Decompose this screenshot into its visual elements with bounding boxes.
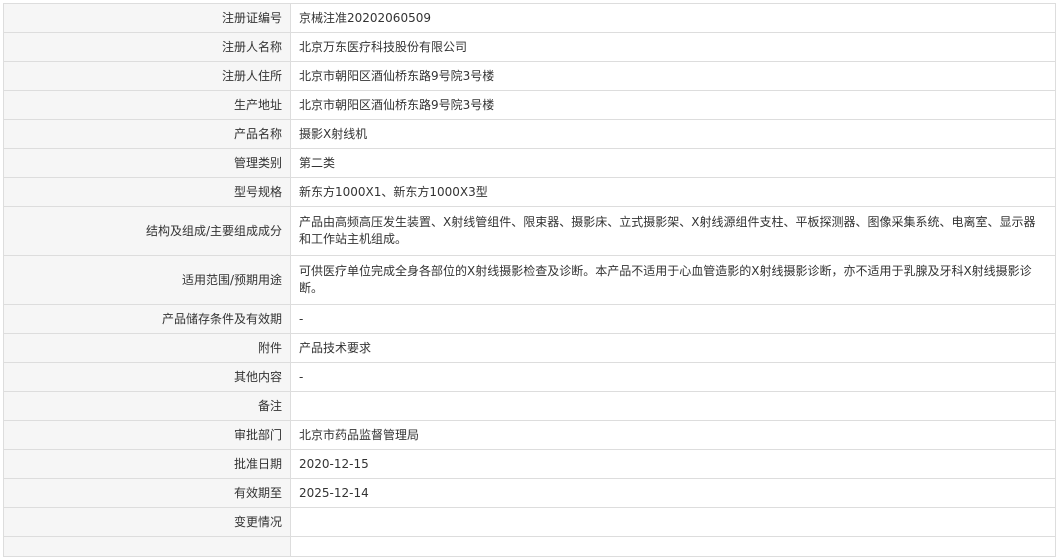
table-row: 产品储存条件及有效期 -: [3, 304, 1056, 334]
table-row: 审批部门 北京市药品监督管理局: [3, 420, 1056, 450]
field-label: 结构及组成/主要组成成分: [3, 206, 291, 256]
field-value: [290, 391, 1056, 421]
field-label: 注册人名称: [3, 32, 291, 62]
field-value: -: [290, 362, 1056, 392]
field-label: 型号规格: [3, 177, 291, 207]
field-label: [3, 536, 291, 557]
table-row: 变更情况: [3, 507, 1056, 537]
field-value: 北京市朝阳区酒仙桥东路9号院3号楼: [290, 90, 1056, 120]
field-value: 京械注准20202060509: [290, 3, 1056, 33]
field-value: 2020-12-15: [290, 449, 1056, 479]
field-value: 北京市朝阳区酒仙桥东路9号院3号楼: [290, 61, 1056, 91]
field-label: 有效期至: [3, 478, 291, 508]
field-label: 批准日期: [3, 449, 291, 479]
field-value: 摄影X射线机: [290, 119, 1056, 149]
field-label: 备注: [3, 391, 291, 421]
table-row: 型号规格 新东方1000X1、新东方1000X3型: [3, 177, 1056, 207]
table-row: 注册证编号 京械注准20202060509: [3, 3, 1056, 33]
field-value: 可供医疗单位完成全身各部位的X射线摄影检查及诊断。本产品不适用于心血管造影的X射…: [290, 255, 1056, 305]
table-row: 有效期至 2025-12-14: [3, 478, 1056, 508]
table-row: 结构及组成/主要组成成分 产品由高频高压发生装置、X射线管组件、限束器、摄影床、…: [3, 206, 1056, 256]
field-value: 北京万东医疗科技股份有限公司: [290, 32, 1056, 62]
table-row: 生产地址 北京市朝阳区酒仙桥东路9号院3号楼: [3, 90, 1056, 120]
table-row: 备注: [3, 391, 1056, 421]
field-label: 注册证编号: [3, 3, 291, 33]
field-value: 产品由高频高压发生装置、X射线管组件、限束器、摄影床、立式摄影架、X射线源组件支…: [290, 206, 1056, 256]
field-label: 产品储存条件及有效期: [3, 304, 291, 334]
table-row: 产品名称 摄影X射线机: [3, 119, 1056, 149]
field-value: 第二类: [290, 148, 1056, 178]
field-value: 新东方1000X1、新东方1000X3型: [290, 177, 1056, 207]
field-label: 其他内容: [3, 362, 291, 392]
field-label: 管理类别: [3, 148, 291, 178]
table-row: 适用范围/预期用途 可供医疗单位完成全身各部位的X射线摄影检查及诊断。本产品不适…: [3, 255, 1056, 305]
registration-info-table: 注册证编号 京械注准20202060509 注册人名称 北京万东医疗科技股份有限…: [3, 3, 1056, 557]
field-label: 产品名称: [3, 119, 291, 149]
field-value: 产品技术要求: [290, 333, 1056, 363]
field-value: 北京市药品监督管理局: [290, 420, 1056, 450]
field-value: [290, 536, 1056, 557]
table-row: 注册人住所 北京市朝阳区酒仙桥东路9号院3号楼: [3, 61, 1056, 91]
field-value: 2025-12-14: [290, 478, 1056, 508]
field-label: 适用范围/预期用途: [3, 255, 291, 305]
table-row: 其他内容 -: [3, 362, 1056, 392]
table-row: 附件 产品技术要求: [3, 333, 1056, 363]
field-label: 变更情况: [3, 507, 291, 537]
field-label: 注册人住所: [3, 61, 291, 91]
field-label: 附件: [3, 333, 291, 363]
field-value: [290, 507, 1056, 537]
field-label: 生产地址: [3, 90, 291, 120]
table-row: 管理类别 第二类: [3, 148, 1056, 178]
field-label: 审批部门: [3, 420, 291, 450]
table-row: 注册人名称 北京万东医疗科技股份有限公司: [3, 32, 1056, 62]
table-row: 批准日期 2020-12-15: [3, 449, 1056, 479]
field-value: -: [290, 304, 1056, 334]
table-row: [3, 536, 1056, 557]
